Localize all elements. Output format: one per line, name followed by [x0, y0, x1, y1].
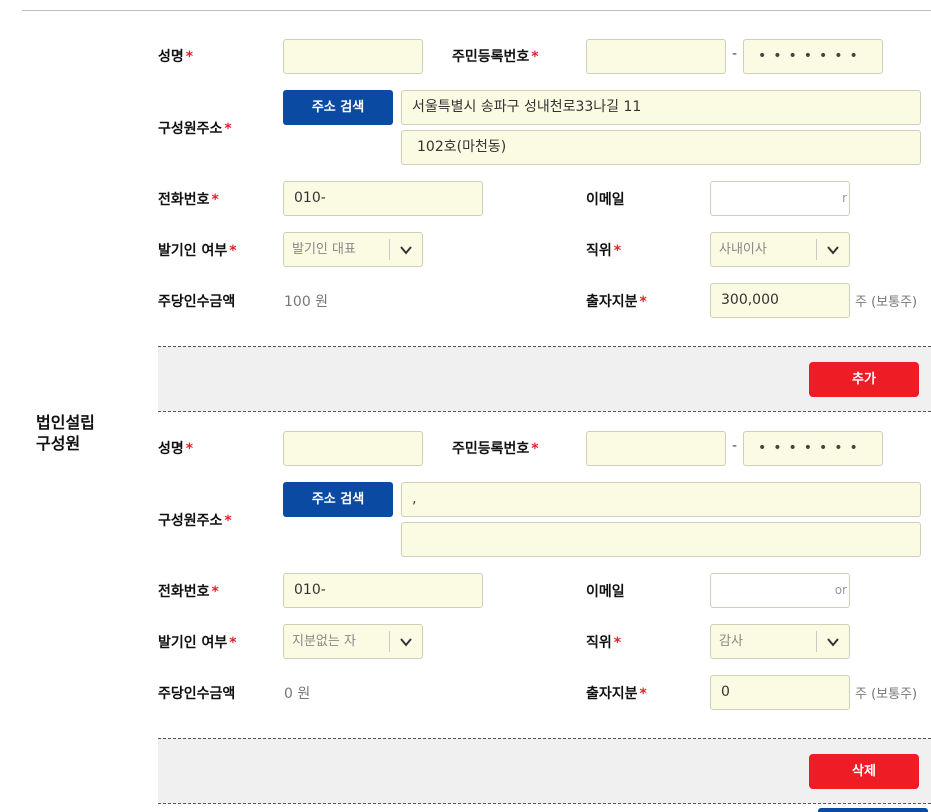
email-label: 이메일 — [586, 584, 625, 600]
address-label: 구성원주소 * — [158, 513, 232, 529]
address-search-button[interactable]: 주소 검색 — [283, 482, 393, 517]
phone-input[interactable]: 010- — [283, 181, 483, 216]
amount-label: 주당인수금액 — [158, 294, 236, 310]
address-line2-input[interactable] — [401, 522, 921, 557]
rrn-dash: - — [732, 438, 738, 454]
promoter-label: 발기인 여부 * — [158, 243, 237, 259]
rrn-label: 주민등록번호 * — [452, 441, 539, 457]
phone-input[interactable]: 010- — [283, 573, 483, 608]
promoter-select[interactable]: 발기인 대표 — [283, 232, 423, 267]
phone-label: 전화번호 * — [158, 192, 219, 208]
name-input[interactable] — [283, 39, 423, 74]
share-label: 출자지분 * — [586, 686, 647, 702]
position-select[interactable]: 사내이사 — [710, 232, 850, 267]
section-title-line1: 법인설립 — [36, 413, 95, 432]
chevron-down-icon — [400, 638, 412, 647]
share-input[interactable]: 0 — [710, 675, 850, 710]
position-label: 직위 * — [586, 635, 622, 651]
chevron-down-icon — [400, 246, 412, 255]
email-input[interactable]: r — [710, 181, 850, 216]
name-input[interactable] — [283, 431, 423, 466]
next-button-partial[interactable] — [818, 808, 928, 812]
promoter-select-value: 지분없는 자 — [292, 634, 356, 649]
promoter-label: 발기인 여부 * — [158, 635, 237, 651]
promoter-select[interactable]: 지분없는 자 — [283, 624, 423, 659]
rrn-label: 주민등록번호 * — [452, 49, 539, 65]
email-fragment: r — [842, 191, 847, 205]
action-panel: 추가 — [158, 346, 931, 412]
email-input[interactable]: or — [710, 573, 850, 608]
promoter-select-value: 발기인 대표 — [292, 242, 356, 257]
address-label: 구성원주소 * — [158, 121, 232, 137]
address-search-button[interactable]: 주소 검색 — [283, 90, 393, 125]
name-label: 성명 * — [158, 49, 194, 65]
amount-value: 0 원 — [284, 686, 311, 702]
section-title-line2: 구성원 — [36, 434, 81, 453]
rrn-back-input[interactable]: ••••••• — [743, 431, 883, 466]
rrn-dash: - — [732, 46, 738, 62]
rrn-front-input[interactable] — [586, 431, 726, 466]
address-line1-input[interactable]: ‚ — [401, 482, 921, 517]
delete-member-button[interactable]: 삭제 — [809, 754, 919, 789]
share-unit: 주 (보통주) — [855, 295, 918, 310]
chevron-down-icon — [827, 246, 839, 255]
amount-value: 100 원 — [284, 294, 329, 310]
position-select[interactable]: 감사 — [710, 624, 850, 659]
phone-label: 전화번호 * — [158, 584, 219, 600]
address-line1-input[interactable]: 서울특별시 송파구 성내천로33나길 11 — [401, 90, 921, 125]
share-unit: 주 (보통주) — [855, 687, 918, 702]
rrn-front-input[interactable] — [586, 39, 726, 74]
share-label: 출자지분 * — [586, 294, 647, 310]
share-input[interactable]: 300,000 — [710, 283, 850, 318]
name-label: 성명 * — [158, 441, 194, 457]
add-member-button[interactable]: 추가 — [809, 362, 919, 397]
address-line2-input[interactable]: 102호(마천동) — [401, 130, 921, 165]
rrn-back-input[interactable]: ••••••• — [743, 39, 883, 74]
position-label: 직위 * — [586, 243, 622, 259]
amount-label: 주당인수금액 — [158, 686, 236, 702]
position-select-value: 사내이사 — [719, 242, 767, 257]
top-divider — [22, 10, 931, 11]
position-select-value: 감사 — [719, 634, 743, 649]
email-fragment: or — [834, 583, 847, 597]
chevron-down-icon — [827, 638, 839, 647]
action-panel: 삭제 — [158, 738, 931, 804]
section-title: 법인설립 구성원 — [36, 412, 95, 454]
email-label: 이메일 — [586, 192, 625, 208]
